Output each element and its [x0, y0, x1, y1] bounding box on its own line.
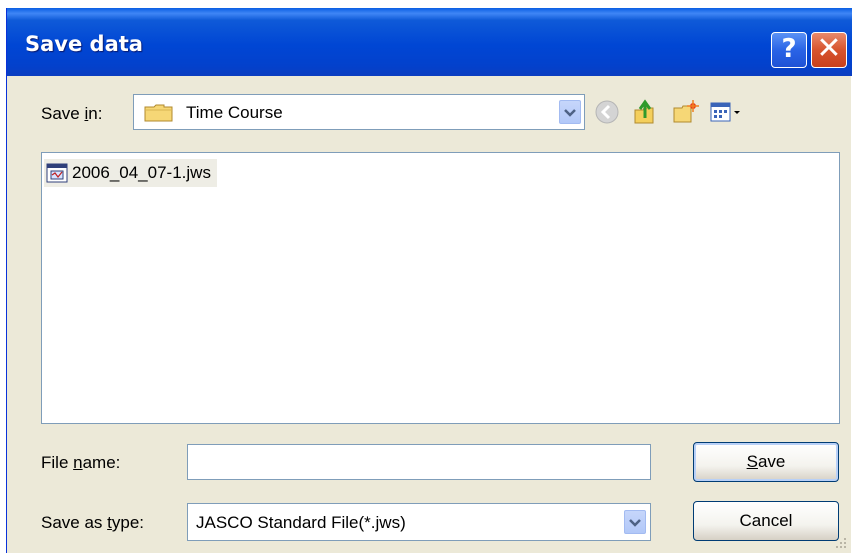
save-as-type-value: JASCO Standard File(*.jws) — [196, 513, 406, 532]
file-name-label: File name: — [41, 453, 121, 472]
save-button[interactable]: Save — [693, 442, 839, 482]
jws-file-icon — [46, 163, 68, 183]
close-button[interactable]: ✕ — [811, 32, 847, 68]
save-as-type-label: Save as type: — [41, 513, 145, 532]
save-as-type-dropdown[interactable]: JASCO Standard File(*.jws) — [187, 503, 651, 541]
dialog-title: Save data — [25, 32, 143, 56]
folder-icon — [144, 104, 173, 122]
new-folder-icon[interactable] — [671, 98, 699, 126]
cancel-button[interactable]: Cancel — [693, 501, 839, 541]
list-item[interactable]: 2006_04_07-1.jws — [44, 159, 217, 187]
save-in-dropdown[interactable]: Time Course — [133, 94, 585, 130]
save-in-label: Save in: — [41, 104, 103, 123]
title-bar[interactable]: Save data ? ✕ — [7, 8, 852, 76]
help-button[interactable]: ? — [771, 32, 807, 68]
chevron-down-icon[interactable] — [559, 100, 581, 124]
file-name-text: 2006_04_07-1.jws — [72, 163, 211, 182]
up-folder-icon[interactable] — [631, 98, 659, 126]
views-menu-icon[interactable] — [709, 98, 745, 126]
file-list[interactable]: 2006_04_07-1.jws — [41, 152, 840, 424]
chevron-down-icon[interactable] — [624, 510, 646, 534]
back-arrow-icon[interactable] — [593, 98, 621, 126]
resize-grip-icon[interactable] — [835, 537, 847, 549]
file-name-input[interactable] — [187, 444, 651, 480]
save-in-value: Time Course — [186, 103, 283, 122]
save-data-dialog: Save data ? ✕ Save in: Time Course 2006_… — [6, 8, 852, 553]
